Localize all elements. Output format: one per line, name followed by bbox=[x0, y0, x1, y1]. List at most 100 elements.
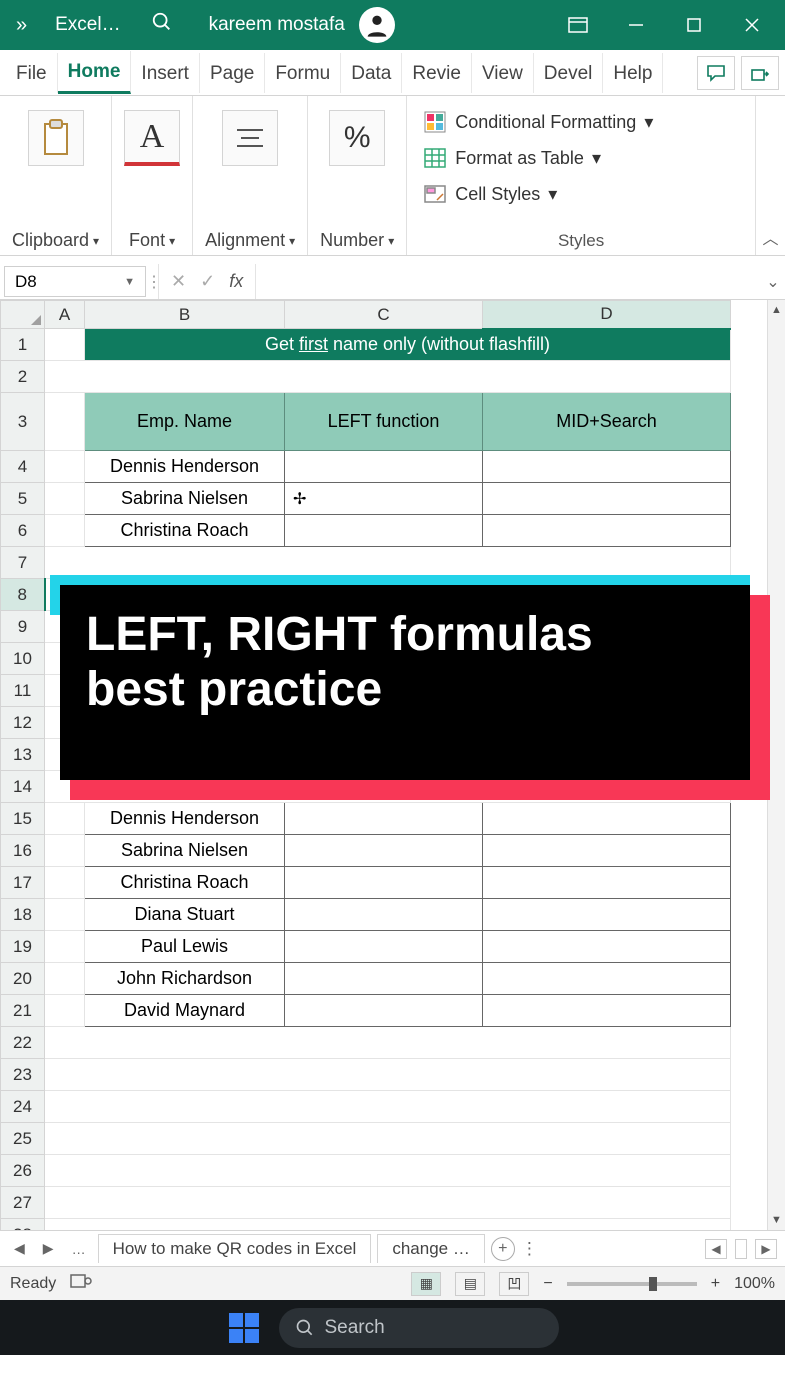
cell[interactable] bbox=[285, 803, 483, 835]
col-header-c[interactable]: C bbox=[285, 301, 483, 329]
row-header[interactable]: 8 bbox=[1, 579, 45, 611]
col-header-a[interactable]: A bbox=[45, 301, 85, 329]
cell[interactable] bbox=[285, 515, 483, 547]
cell[interactable] bbox=[45, 1155, 731, 1187]
zoom-level[interactable]: 100% bbox=[734, 1275, 775, 1293]
cell[interactable] bbox=[285, 995, 483, 1027]
row-header[interactable]: 12 bbox=[1, 707, 45, 739]
view-page-break-icon[interactable]: 凹 bbox=[499, 1272, 529, 1296]
table-header-emp[interactable]: Emp. Name bbox=[85, 393, 285, 451]
cell-styles-button[interactable]: Cell Styles▾ bbox=[423, 176, 739, 212]
cell[interactable] bbox=[483, 515, 731, 547]
cell[interactable] bbox=[285, 963, 483, 995]
row-header[interactable]: 7 bbox=[1, 547, 45, 579]
cell[interactable] bbox=[45, 329, 85, 361]
ribbon-label-clipboard[interactable]: Clipboard▾ bbox=[12, 230, 99, 251]
number-icon[interactable]: % bbox=[329, 110, 385, 166]
cell[interactable] bbox=[483, 867, 731, 899]
start-button[interactable] bbox=[227, 1311, 261, 1345]
cell[interactable] bbox=[45, 803, 85, 835]
hscroll-track[interactable] bbox=[735, 1239, 747, 1259]
cell[interactable] bbox=[45, 515, 85, 547]
row-header[interactable]: 17 bbox=[1, 867, 45, 899]
zoom-out-button[interactable]: − bbox=[543, 1275, 552, 1293]
sheet-tab[interactable]: How to make QR codes in Excel bbox=[98, 1234, 372, 1263]
row-header[interactable]: 9 bbox=[1, 611, 45, 643]
cell[interactable] bbox=[45, 867, 85, 899]
cell[interactable]: Sabrina Nielsen bbox=[85, 835, 285, 867]
row-header[interactable]: 3 bbox=[1, 393, 45, 451]
cell[interactable] bbox=[483, 963, 731, 995]
cell[interactable] bbox=[45, 451, 85, 483]
tab-help[interactable]: Help bbox=[603, 53, 663, 93]
cancel-formula-icon[interactable]: ✕ bbox=[171, 271, 186, 292]
more-commands-icon[interactable]: » bbox=[8, 14, 35, 37]
row-header[interactable]: 14 bbox=[1, 771, 45, 803]
row-header[interactable]: 26 bbox=[1, 1155, 45, 1187]
row-header[interactable]: 21 bbox=[1, 995, 45, 1027]
select-all-button[interactable] bbox=[1, 301, 45, 329]
ribbon-label-alignment[interactable]: Alignment▾ bbox=[205, 230, 295, 251]
tab-file[interactable]: File bbox=[6, 53, 58, 93]
cell[interactable] bbox=[45, 393, 85, 451]
row-header[interactable]: 4 bbox=[1, 451, 45, 483]
cell[interactable]: Dennis Henderson bbox=[85, 451, 285, 483]
row-header[interactable]: 25 bbox=[1, 1123, 45, 1155]
cell[interactable] bbox=[285, 451, 483, 483]
row-header[interactable]: 24 bbox=[1, 1091, 45, 1123]
cell[interactable] bbox=[45, 931, 85, 963]
view-page-layout-icon[interactable]: ▤ bbox=[455, 1272, 485, 1296]
row-header[interactable]: 15 bbox=[1, 803, 45, 835]
taskbar-search[interactable]: Search bbox=[279, 1308, 559, 1348]
zoom-in-button[interactable]: + bbox=[711, 1275, 720, 1293]
sheet-nav-more[interactable]: … bbox=[66, 1241, 92, 1257]
add-sheet-button[interactable]: + bbox=[491, 1237, 515, 1261]
cell[interactable] bbox=[45, 547, 731, 579]
row-header[interactable]: 1 bbox=[1, 329, 45, 361]
ribbon-label-number[interactable]: Number▾ bbox=[320, 230, 394, 251]
clipboard-icon[interactable] bbox=[28, 110, 84, 166]
sheet-tab[interactable]: change … bbox=[377, 1234, 485, 1263]
cell[interactable] bbox=[45, 1091, 731, 1123]
search-icon[interactable] bbox=[141, 11, 183, 39]
tab-insert[interactable]: Insert bbox=[131, 53, 200, 93]
row-header[interactable]: 22 bbox=[1, 1027, 45, 1059]
cell[interactable] bbox=[483, 835, 731, 867]
cell[interactable] bbox=[483, 803, 731, 835]
share-button[interactable] bbox=[741, 56, 779, 90]
tab-view[interactable]: View bbox=[472, 53, 534, 93]
sheet-title[interactable]: Get first name only (without flashfill) bbox=[85, 329, 731, 361]
cell[interactable] bbox=[45, 1123, 731, 1155]
hscroll-left-icon[interactable]: ◀ bbox=[705, 1239, 727, 1259]
view-normal-icon[interactable]: ▦ bbox=[411, 1272, 441, 1296]
row-header[interactable]: 10 bbox=[1, 643, 45, 675]
row-header[interactable]: 11 bbox=[1, 675, 45, 707]
formula-bar-input[interactable] bbox=[255, 264, 761, 299]
user-avatar[interactable] bbox=[359, 7, 395, 43]
table-header-mid[interactable]: MID+Search bbox=[483, 393, 731, 451]
col-header-b[interactable]: B bbox=[85, 301, 285, 329]
table-header-left[interactable]: LEFT function bbox=[285, 393, 483, 451]
maximize-button[interactable] bbox=[669, 0, 719, 50]
cell[interactable] bbox=[483, 451, 731, 483]
alignment-icon[interactable] bbox=[222, 110, 278, 166]
row-header[interactable]: 2 bbox=[1, 361, 45, 393]
ribbon-label-font[interactable]: Font▾ bbox=[129, 230, 175, 251]
sheet-more-icon[interactable]: ⋮ bbox=[521, 1239, 538, 1259]
cell[interactable] bbox=[45, 995, 85, 1027]
zoom-slider[interactable] bbox=[567, 1282, 697, 1286]
enter-formula-icon[interactable]: ✓ bbox=[200, 271, 215, 292]
cell[interactable] bbox=[285, 835, 483, 867]
cell[interactable] bbox=[45, 1027, 731, 1059]
cell[interactable]: Paul Lewis bbox=[85, 931, 285, 963]
cell[interactable]: Diana Stuart bbox=[85, 899, 285, 931]
cell[interactable]: Sabrina Nielsen bbox=[85, 483, 285, 515]
cell[interactable] bbox=[285, 899, 483, 931]
cell[interactable] bbox=[45, 1219, 731, 1231]
row-header[interactable]: 13 bbox=[1, 739, 45, 771]
macro-record-icon[interactable] bbox=[70, 1272, 92, 1295]
row-header[interactable]: 27 bbox=[1, 1187, 45, 1219]
cell[interactable]: John Richardson bbox=[85, 963, 285, 995]
comments-button[interactable] bbox=[697, 56, 735, 90]
sheet-nav-prev-icon[interactable]: ◀ bbox=[8, 1240, 31, 1257]
